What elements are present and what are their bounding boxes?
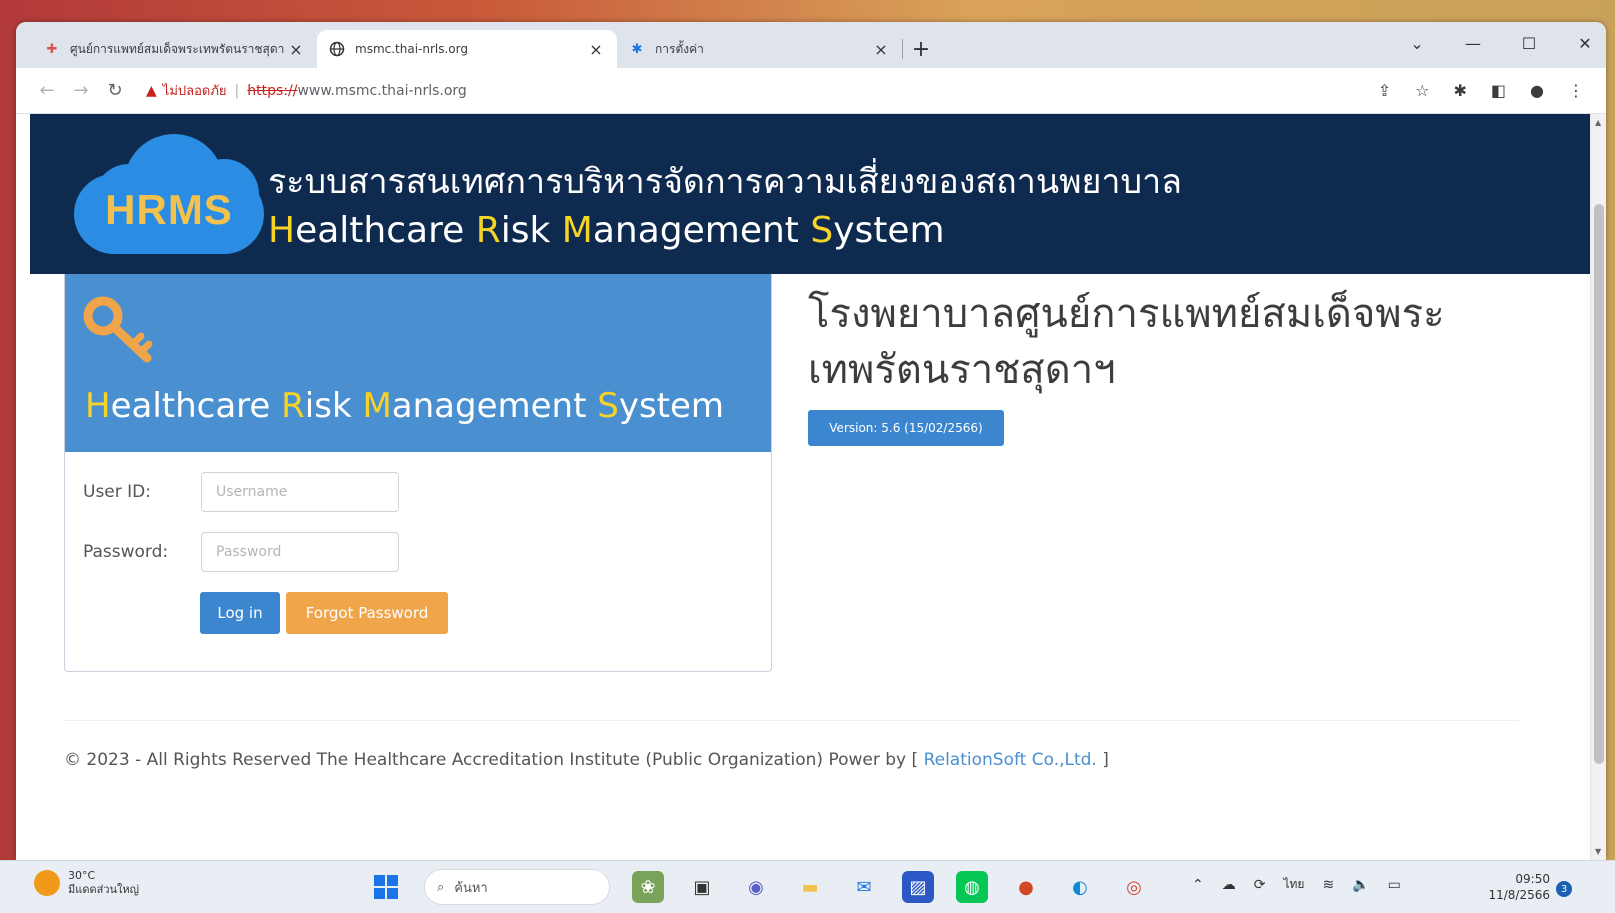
address-bar[interactable]: ▲ ไม่ปลอดภัย | https:// www.msmc.thai-nr… [132,75,1378,107]
footer-close: ] [1096,750,1109,770]
password-row: Password: [83,532,399,572]
menu-kebab-icon[interactable]: ⋮ [1568,81,1584,100]
security-label[interactable]: ไม่ปลอดภัย [163,80,227,101]
taskbar-search[interactable]: ⌕ ค้นหา [424,869,610,905]
login-button[interactable]: Log in [200,592,280,634]
taskbar-clock[interactable]: 09:50 11/8/2566 [1480,871,1550,903]
hospital-name: โรงพยาบาลศูนย์การแพทย์สมเด็จพระเทพรัตนรา… [808,291,1445,393]
warning-icon: ▲ [146,82,157,99]
profile-icon[interactable]: ● [1530,81,1544,100]
os-taskbar: 30°C มีแดดส่วนใหญ่ ⌕ ค้นหา ❀ ▣ ◉ ▬ ✉ ▨ ◍… [0,860,1615,913]
chat-icon[interactable]: ◉ [740,871,772,903]
key-icon [83,296,153,363]
network-app-icon[interactable]: ⟳ [1254,877,1266,893]
header-english-title: Healthcare Risk Management System [268,210,945,251]
line-icon[interactable]: ◍ [956,871,988,903]
extensions-icon[interactable]: ✱ [1454,81,1467,100]
file-explorer-icon[interactable]: ▬ [794,871,826,903]
tab-title: ศูนย์การแพทย์สมเด็จพระเทพรัตนราชสุดา [70,41,285,56]
logo-text: HRMS [105,186,233,233]
edge-icon[interactable]: ◐ [1064,871,1096,903]
login-panel-header: Healthcare Risk Management System [65,274,771,452]
password-label: Password: [83,542,169,562]
footer-text: © 2023 - All Rights Reserved The Healthc… [64,750,924,770]
clock-time: 09:50 [1515,872,1550,886]
minimize-icon[interactable]: — [1462,34,1484,53]
close-tab-icon[interactable]: × [287,40,305,59]
footer-divider [64,720,1519,721]
start-windows-icon[interactable] [370,871,402,903]
tab-msmc[interactable]: msmc.thai-nrls.org × [317,30,617,68]
browser-toolbar: ← → ↻ ▲ ไม่ปลอดภัย | https:// www.msmc.t… [16,68,1606,114]
relationsoft-link[interactable]: RelationSoft Co.,Ltd. [924,750,1097,770]
widgets-icon[interactable]: ❀ [632,871,664,903]
weather-temp: 30°C [68,869,96,882]
globe-icon [329,41,345,57]
maximize-icon[interactable]: ☐ [1518,34,1540,53]
scroll-thumb[interactable] [1594,204,1604,764]
clock-date: 11/8/2566 [1488,888,1550,902]
gear-icon: ✱ [631,41,643,57]
onedrive-icon[interactable]: ☁ [1222,877,1236,893]
notification-badge[interactable]: 3 [1556,881,1572,897]
weather-sun-icon [34,870,60,896]
login-panel: Healthcare Risk Management System User I… [64,274,772,672]
battery-icon[interactable]: ▭ [1388,877,1401,893]
tab-title: msmc.thai-nrls.org [355,42,468,56]
hrms-cloud-logo: HRMS [74,134,264,254]
new-tab-button[interactable]: + [903,30,939,68]
weather-widget[interactable]: 30°C มีแดดส่วนใหญ่ [34,869,139,897]
mail-icon[interactable]: ✉ [848,871,880,903]
username-input[interactable] [201,472,399,512]
scroll-up-icon[interactable]: ▲ [1595,118,1601,127]
tab-hospital[interactable]: ✚ ศูนย์การแพทย์สมเด็จพระเทพรัตนราชสุดา × [32,30,317,68]
header-titles: ระบบสารสนเทศการบริหารจัดการความเสี่ยงของ… [268,154,1182,251]
url-host: www.msmc.thai-nrls.org [297,82,467,99]
powerpoint-icon[interactable]: ● [1010,871,1042,903]
reload-icon[interactable]: ↻ [98,80,132,101]
system-tray: ⌃ ☁ ⟳ ไทย ≋ 🔈 ▭ [1192,875,1401,894]
language-indicator[interactable]: ไทย [1283,875,1304,894]
url-scheme: https:// [247,82,298,99]
user-id-row: User ID: [83,472,399,512]
side-panel-icon[interactable]: ◧ [1491,81,1506,100]
tab-strip: ✚ ศูนย์การแพทย์สมเด็จพระเทพรัตนราชสุดา ×… [16,22,1606,68]
toolbar-icons: ⇪ ☆ ✱ ◧ ● ⋮ [1378,81,1592,100]
volume-icon[interactable]: 🔈 [1352,877,1369,893]
wifi-icon[interactable]: ≋ [1322,877,1334,893]
chevron-up-icon[interactable]: ⌃ [1192,877,1204,893]
app-icon[interactable]: ▨ [902,871,934,903]
forgot-password-button[interactable]: Forgot Password [286,592,448,634]
bookmark-star-icon[interactable]: ☆ [1415,81,1429,100]
tab-search-icon[interactable]: ⌄ [1406,34,1428,53]
share-icon[interactable]: ⇪ [1378,81,1391,100]
taskbar-apps: ⌕ ค้นหา ❀ ▣ ◉ ▬ ✉ ▨ ◍ ● ◐ ◎ [370,869,1150,905]
task-view-icon[interactable]: ▣ [686,871,718,903]
forward-arrow-icon[interactable]: → [64,80,98,101]
tab-title: การตั้งค่า [655,41,704,56]
tab-settings[interactable]: ✱ การตั้งค่า × [617,30,902,68]
scroll-down-icon[interactable]: ▼ [1595,847,1601,856]
footer: © 2023 - All Rights Reserved The Healthc… [64,750,1109,770]
close-tab-icon[interactable]: × [872,40,890,59]
address-divider: | [234,82,240,99]
password-input[interactable] [201,532,399,572]
back-arrow-icon[interactable]: ← [30,80,64,101]
search-icon: ⌕ [437,879,445,895]
close-tab-icon[interactable]: × [587,40,605,59]
version-badge: Version: 5.6 (15/02/2566) [808,410,1004,446]
page-scrollbar[interactable]: ▲ ▼ [1590,114,1606,860]
weather-desc: มีแดดส่วนใหญ่ [68,883,140,896]
hospital-favicon-icon: ✚ [46,41,58,57]
site-header: HRMS ระบบสารสนเทศการบริหารจัดการความเสี่… [30,114,1590,274]
user-id-label: User ID: [83,482,151,502]
page-viewport: HRMS ระบบสารสนเทศการบริหารจัดการความเสี่… [16,114,1606,860]
login-title: Healthcare Risk Management System [85,386,725,426]
window-controls: ⌄ — ☐ ✕ [1406,34,1596,53]
header-thai-title: ระบบสารสนเทศการบริหารจัดการความเสี่ยงของ… [268,162,1182,202]
chrome-icon[interactable]: ◎ [1118,871,1150,903]
search-placeholder: ค้นหา [454,880,488,896]
close-window-icon[interactable]: ✕ [1574,34,1596,53]
browser-window: ✚ ศูนย์การแพทย์สมเด็จพระเทพรัตนราชสุดา ×… [16,22,1606,860]
